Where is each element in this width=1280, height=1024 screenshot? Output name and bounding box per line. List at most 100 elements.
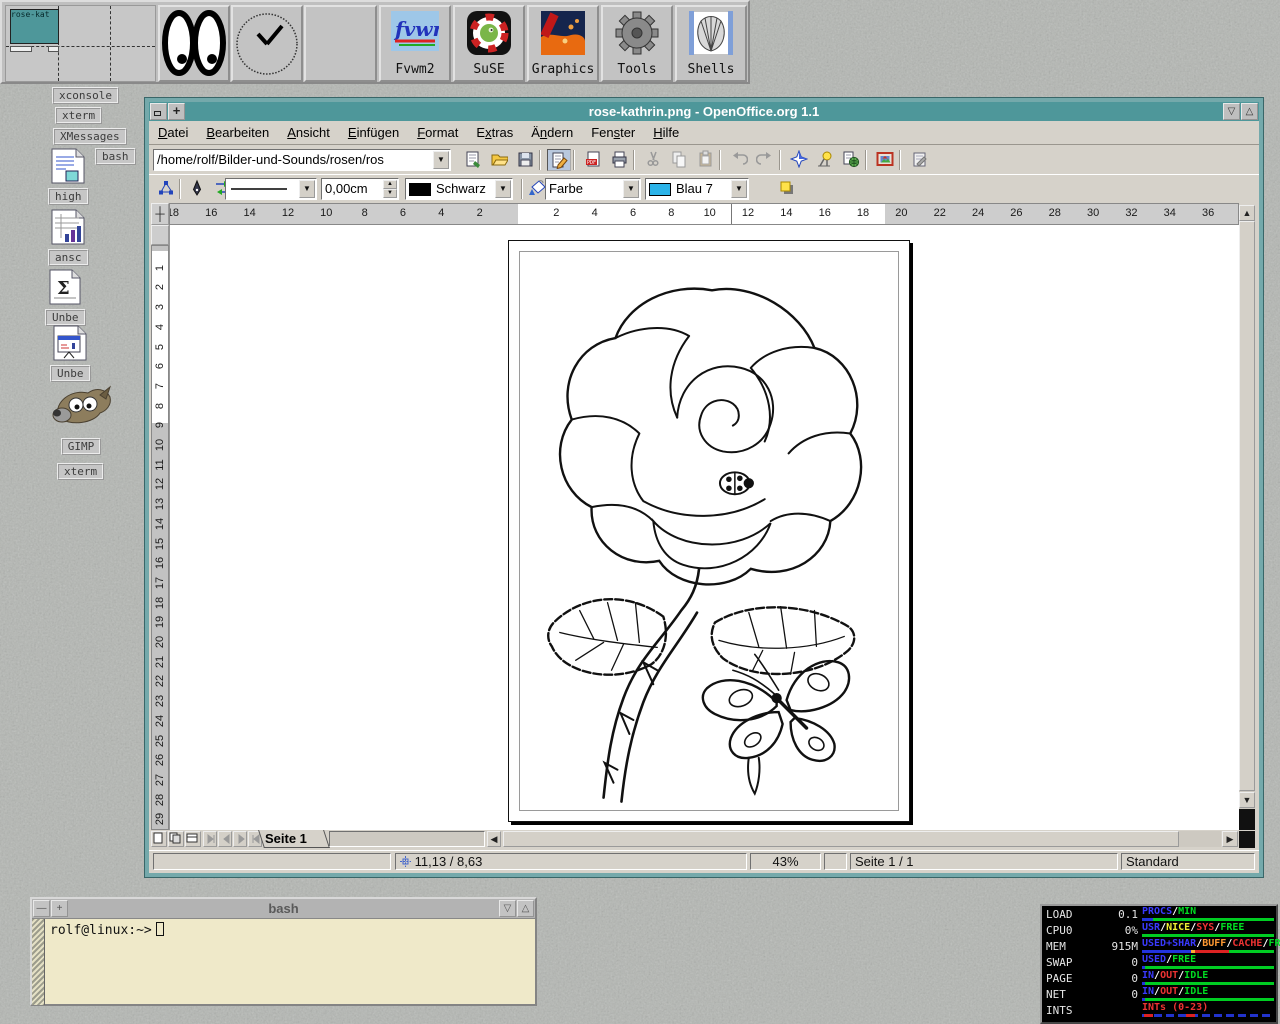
scroll-up-icon[interactable]: ▲	[1239, 205, 1255, 221]
save-icon[interactable]	[513, 149, 537, 171]
fill-color-label[interactable]: Blau 7	[676, 181, 730, 196]
shadow-icon[interactable]	[775, 178, 799, 200]
terminal-body[interactable]: rolf@linux:~>	[32, 918, 535, 1004]
status-page-cell[interactable]: Seite 1 / 1	[850, 853, 1118, 870]
status-template-cell[interactable]: Standard	[1121, 853, 1255, 870]
pager-mini-terminal[interactable]	[10, 46, 32, 52]
pager-mini-window[interactable]: rose-kat	[10, 9, 59, 44]
cut-icon[interactable]	[641, 149, 665, 171]
status-modified-cell[interactable]	[824, 853, 847, 870]
hyperlink-icon[interactable]	[839, 149, 863, 171]
pager-mini-sysmon[interactable]	[48, 46, 59, 52]
undo-icon[interactable]	[727, 149, 751, 171]
launcher-fvwm2[interactable]: fvwmFvwm2	[379, 5, 451, 82]
document-page[interactable]	[508, 240, 910, 822]
menu-datei[interactable]: Datei	[149, 121, 197, 144]
chevron-down-icon[interactable]: ▼	[731, 180, 747, 198]
menu-extras[interactable]: Extras	[467, 121, 522, 144]
window-titlebar[interactable]: rose-kathrin.png - OpenOffice.org 1.1	[149, 102, 1259, 121]
chevron-down-icon[interactable]: ▼	[495, 180, 511, 198]
line-style-select[interactable]: ▼	[225, 178, 317, 200]
print-icon[interactable]	[607, 149, 631, 171]
menu-bearbeiten[interactable]: Bearbeiten	[197, 121, 278, 144]
xclock-widget[interactable]	[231, 5, 303, 82]
spinner-buttons[interactable]: ▲▼	[383, 180, 397, 198]
menu-format[interactable]: Format	[408, 121, 467, 144]
terminal-titlebar[interactable]: bash	[32, 899, 535, 918]
chevron-down-icon[interactable]: ▼	[299, 180, 315, 198]
view-mode-button-1[interactable]	[151, 831, 167, 847]
horizontal-scroll-track[interactable]	[1179, 831, 1221, 847]
line-color-label[interactable]: Schwarz	[436, 181, 494, 196]
desktop-icon-high-4[interactable]: high	[48, 147, 89, 205]
new-document-icon[interactable]	[461, 149, 485, 171]
data-sources-icon[interactable]	[907, 149, 931, 171]
menu-hilfe[interactable]: Hilfe	[644, 121, 688, 144]
launcher-tools[interactable]: Tools	[601, 5, 673, 82]
vertical-scroll-thumb[interactable]	[1239, 221, 1255, 791]
desktop-icon-unbe-6[interactable]: ΣUnbe	[45, 268, 86, 326]
edit-points-icon[interactable]	[153, 178, 177, 200]
desktop-icon-xterm-1[interactable]: xterm	[55, 107, 102, 124]
vertical-scrollbar[interactable]: ▲ ▼	[1239, 205, 1255, 830]
window-menu-button[interactable]	[150, 103, 167, 120]
status-zoom-cell[interactable]: 43%	[750, 853, 821, 870]
export-pdf-icon[interactable]: PDF	[581, 149, 605, 171]
pen-icon[interactable]	[185, 178, 209, 200]
desktop-icon-unbe-7[interactable]: Unbe	[50, 324, 91, 382]
menu-fenster[interactable]: Fenster	[582, 121, 644, 144]
fill-type-label[interactable]: Farbe	[549, 181, 622, 196]
vertical-ruler-top-box[interactable]	[151, 225, 169, 245]
paste-icon[interactable]	[693, 149, 717, 171]
line-color-select[interactable]: Schwarz ▼	[405, 178, 513, 200]
window-maximize-button[interactable]: △	[1241, 103, 1258, 120]
fill-color-select[interactable]: Blau 7 ▼	[645, 178, 749, 200]
navigator-icon[interactable]	[787, 149, 811, 171]
horizontal-ruler[interactable]: 1816141210864224681012141618202224262830…	[169, 203, 1239, 225]
menu-ansicht[interactable]: Ansicht	[278, 121, 339, 144]
desktop-icon-bash-3[interactable]: bash	[95, 148, 136, 165]
window-maximize-button[interactable]: △	[517, 900, 534, 917]
gallery-icon[interactable]	[873, 149, 897, 171]
launcher-suse[interactable]: SuSE	[453, 5, 525, 82]
redo-icon[interactable]	[753, 149, 777, 171]
desktop-icon-xconsole-0[interactable]: xconsole	[52, 87, 119, 104]
ruler-origin-button[interactable]: ┼	[151, 203, 169, 225]
chevron-down-icon[interactable]: ▼	[623, 180, 639, 198]
drawing-canvas[interactable]	[169, 225, 1239, 830]
line-width-spinner[interactable]: 0,00cm ▲▼	[321, 178, 399, 200]
desktop-icon-gimp-8[interactable]: GIMP	[50, 383, 112, 455]
window-menu-button[interactable]: —	[33, 900, 50, 917]
menu-einfgen[interactable]: Einfügen	[339, 121, 408, 144]
open-icon[interactable]	[487, 149, 511, 171]
scroll-right-icon[interactable]: ▶	[1222, 831, 1238, 847]
image-object-frame[interactable]	[519, 251, 899, 811]
prev-page-icon[interactable]	[218, 831, 232, 847]
chevron-down-icon[interactable]: ▼	[433, 151, 449, 169]
view-mode-button-3[interactable]	[185, 831, 201, 847]
xeyes-widget[interactable]	[158, 5, 230, 82]
window-minimize-button[interactable]: ▽	[1223, 103, 1240, 120]
scroll-down-icon[interactable]: ▼	[1239, 792, 1255, 808]
window-minimize-button[interactable]: ▽	[499, 900, 516, 917]
launcher-graphics[interactable]: Graphics	[527, 5, 599, 82]
url-value[interactable]: /home/rolf/Bilder-und-Sounds/rosen/ros	[157, 152, 432, 167]
launcher-shells[interactable]: Shells	[675, 5, 747, 82]
line-width-value[interactable]: 0,00cm	[325, 181, 380, 196]
edit-file-icon[interactable]	[547, 149, 571, 171]
window-stick-button[interactable]: +	[168, 103, 185, 120]
window-stick-button[interactable]: +	[51, 900, 68, 917]
status-position-cell[interactable]: 11,13 / 8,63	[395, 853, 747, 870]
view-mode-button-2[interactable]	[168, 831, 184, 847]
tab-scroll-left-icon[interactable]: ◀	[487, 831, 501, 847]
menu-ndern[interactable]: Ändern	[522, 121, 582, 144]
desktop-icon-xterm-9[interactable]: xterm	[57, 463, 104, 480]
fvwm-pager[interactable]: rose-kat	[5, 5, 156, 82]
zoom-icon[interactable]	[813, 149, 837, 171]
copy-icon[interactable]	[667, 149, 691, 171]
fill-type-select[interactable]: Farbe ▼	[545, 178, 641, 200]
desktop-icon-ansc-5[interactable]: ansc	[48, 208, 89, 266]
desktop-icon-xmessages-2[interactable]: XMessages	[53, 128, 127, 145]
url-combobox[interactable]: /home/rolf/Bilder-und-Sounds/rosen/ros ▼	[153, 149, 451, 171]
horizontal-scroll-thumb[interactable]	[503, 831, 1179, 847]
